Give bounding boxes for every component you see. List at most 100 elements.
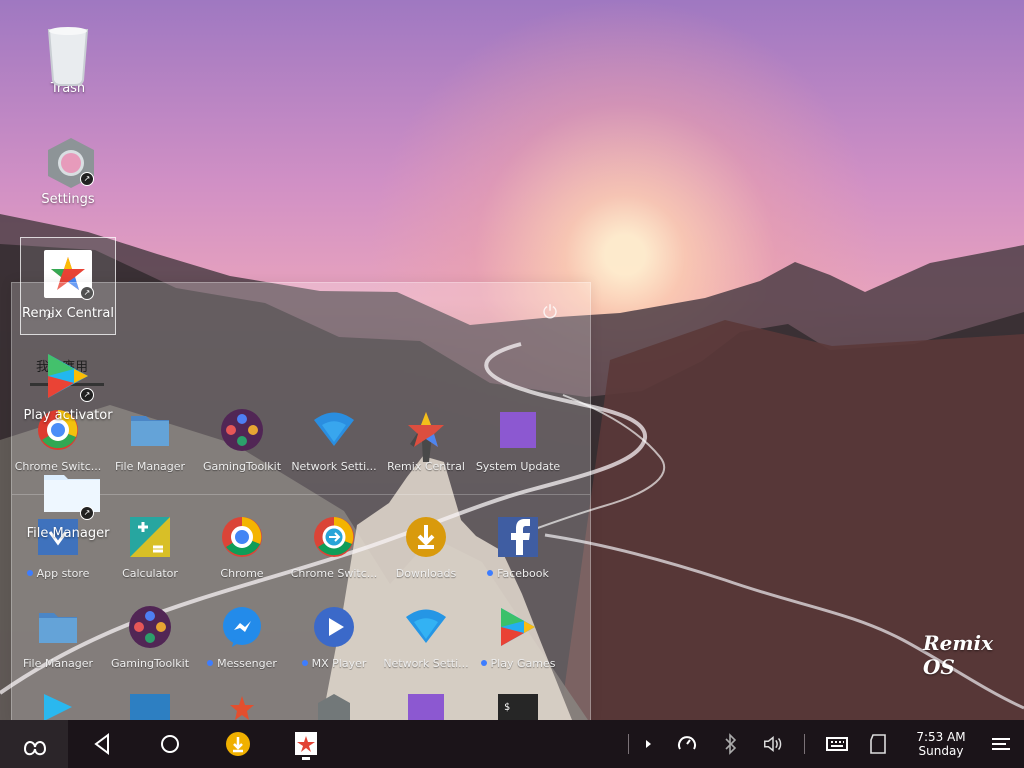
new-app-indicator	[207, 660, 214, 666]
app-label: Downloads	[395, 567, 457, 580]
system-update-icon	[496, 408, 540, 452]
folder-icon: ↗	[44, 470, 100, 520]
gamepad-icon	[128, 605, 172, 649]
app-label-text: MX Player	[311, 657, 367, 670]
bluetooth-button[interactable]	[720, 733, 742, 755]
folder-icon	[36, 605, 80, 649]
app-system-update[interactable]: System Update	[472, 408, 564, 473]
app-label: Calculator	[122, 567, 178, 580]
app-label-text: Play Games	[490, 657, 556, 670]
app-downloads[interactable]: Downloads	[380, 515, 472, 580]
desktop-icon-settings[interactable]: ↗ Settings	[20, 136, 116, 208]
tray-divider	[804, 734, 805, 754]
play-store-icon: ↗	[44, 352, 94, 402]
app-row: File Manager GamingToolkit Messenger MX …	[12, 605, 590, 670]
desktop-icon-label: Settings	[41, 192, 95, 207]
desktop-icon-trash[interactable]: Trash	[20, 25, 116, 97]
app-messenger[interactable]: Messenger	[196, 605, 288, 670]
keyboard-icon	[826, 737, 848, 751]
app-label: App store	[14, 567, 102, 580]
search-icon[interactable]: ⌕	[46, 305, 64, 324]
shortcut-arrow-icon: ↗	[80, 506, 94, 520]
app-network-settings[interactable]: Network Setti...	[288, 408, 380, 473]
svg-text:$: $	[504, 702, 510, 713]
shortcut-arrow-icon: ↗	[80, 172, 94, 186]
power-icon[interactable]: ⏻	[540, 303, 560, 323]
app-label: Chrome	[220, 567, 264, 580]
new-app-indicator	[480, 660, 487, 666]
app-file-manager[interactable]: File Manager	[12, 605, 104, 670]
remix-os-logo: Remix OS	[923, 631, 994, 679]
app-label: GamingToolkit	[202, 460, 282, 473]
app-label: System Update	[475, 460, 561, 473]
play-games-icon	[496, 605, 540, 649]
menu-line	[992, 743, 1006, 745]
app-play-games[interactable]: Play Games	[472, 605, 564, 670]
desktop-icon-file-manager[interactable]: ↗ File Manager	[20, 470, 116, 542]
download-icon	[404, 515, 448, 559]
new-app-indicator	[26, 570, 33, 576]
app-label: Remix Central	[387, 460, 465, 473]
desktop-icon-label: Play activator	[23, 408, 113, 423]
app-mx-player[interactable]: MX Player	[288, 605, 380, 670]
app-label-text: Facebook	[497, 567, 549, 580]
chevron-right-icon	[646, 740, 651, 748]
taskbar-remix-central-button[interactable]	[282, 720, 330, 768]
back-button[interactable]	[78, 720, 126, 768]
app-label: File Manager	[22, 657, 94, 670]
tray-expand-button[interactable]	[637, 733, 659, 755]
remix-central-icon	[295, 732, 317, 760]
play-icon	[312, 605, 356, 649]
chrome-icon	[220, 515, 264, 559]
back-icon	[94, 733, 109, 755]
app-gamingtoolkit[interactable]: GamingToolkit	[196, 408, 288, 473]
desktop-icon-label: File Manager	[26, 526, 110, 541]
shortcut-arrow-icon: ↗	[80, 388, 94, 402]
app-remix-central[interactable]: Remix Central	[380, 408, 472, 473]
facebook-icon	[496, 515, 540, 559]
taskbar: 7:53 AM Sunday	[0, 720, 1024, 768]
wifi-icon	[312, 408, 356, 452]
volume-button[interactable]	[762, 733, 784, 755]
start-button[interactable]	[0, 720, 68, 768]
app-label: GamingToolkit	[110, 657, 190, 670]
app-gamingtoolkit[interactable]: GamingToolkit	[104, 605, 196, 670]
notification-menu-button[interactable]	[992, 738, 1010, 751]
storage-button[interactable]	[868, 733, 890, 755]
remix-central-icon	[404, 408, 448, 452]
app-label-text: App store	[36, 567, 90, 580]
wifi-icon	[404, 605, 448, 649]
volume-icon	[764, 736, 782, 752]
taskbar-downloads-button[interactable]	[214, 720, 262, 768]
app-chrome-switch[interactable]: Chrome Switc...	[288, 515, 380, 580]
app-calculator[interactable]: Calculator	[104, 515, 196, 580]
time-text: 7:53 AM	[916, 730, 966, 744]
bluetooth-icon	[725, 733, 737, 755]
app-chrome[interactable]: Chrome	[196, 515, 288, 580]
desktop-icon-play-activator[interactable]: ↗ Play activator	[20, 352, 116, 424]
home-icon	[161, 735, 179, 753]
app-label: Facebook	[474, 567, 562, 580]
keyboard-button[interactable]	[826, 733, 848, 755]
performance-button[interactable]	[676, 733, 698, 755]
app-facebook[interactable]: Facebook	[472, 515, 564, 580]
gamepad-icon	[220, 408, 264, 452]
trash-icon	[44, 25, 92, 86]
app-network-settings[interactable]: Network Setti...	[380, 605, 472, 670]
messenger-icon	[220, 605, 264, 649]
app-label-text: Messenger	[217, 657, 277, 670]
calculator-icon	[128, 515, 172, 559]
tray-divider	[628, 734, 629, 754]
app-label: MX Player	[290, 657, 378, 670]
download-icon	[226, 732, 250, 756]
app-label: Messenger	[198, 657, 286, 670]
app-label: Network Setti...	[383, 657, 469, 670]
remix-start-icon	[23, 741, 47, 756]
day-text: Sunday	[918, 744, 964, 758]
taskbar-clock[interactable]: 7:53 AM Sunday	[912, 730, 970, 758]
home-button[interactable]	[146, 720, 194, 768]
sd-card-icon	[870, 734, 886, 754]
app-label: Network Setti...	[291, 460, 377, 473]
menu-line	[992, 738, 1010, 740]
app-file-manager[interactable]: File Manager	[104, 408, 196, 473]
